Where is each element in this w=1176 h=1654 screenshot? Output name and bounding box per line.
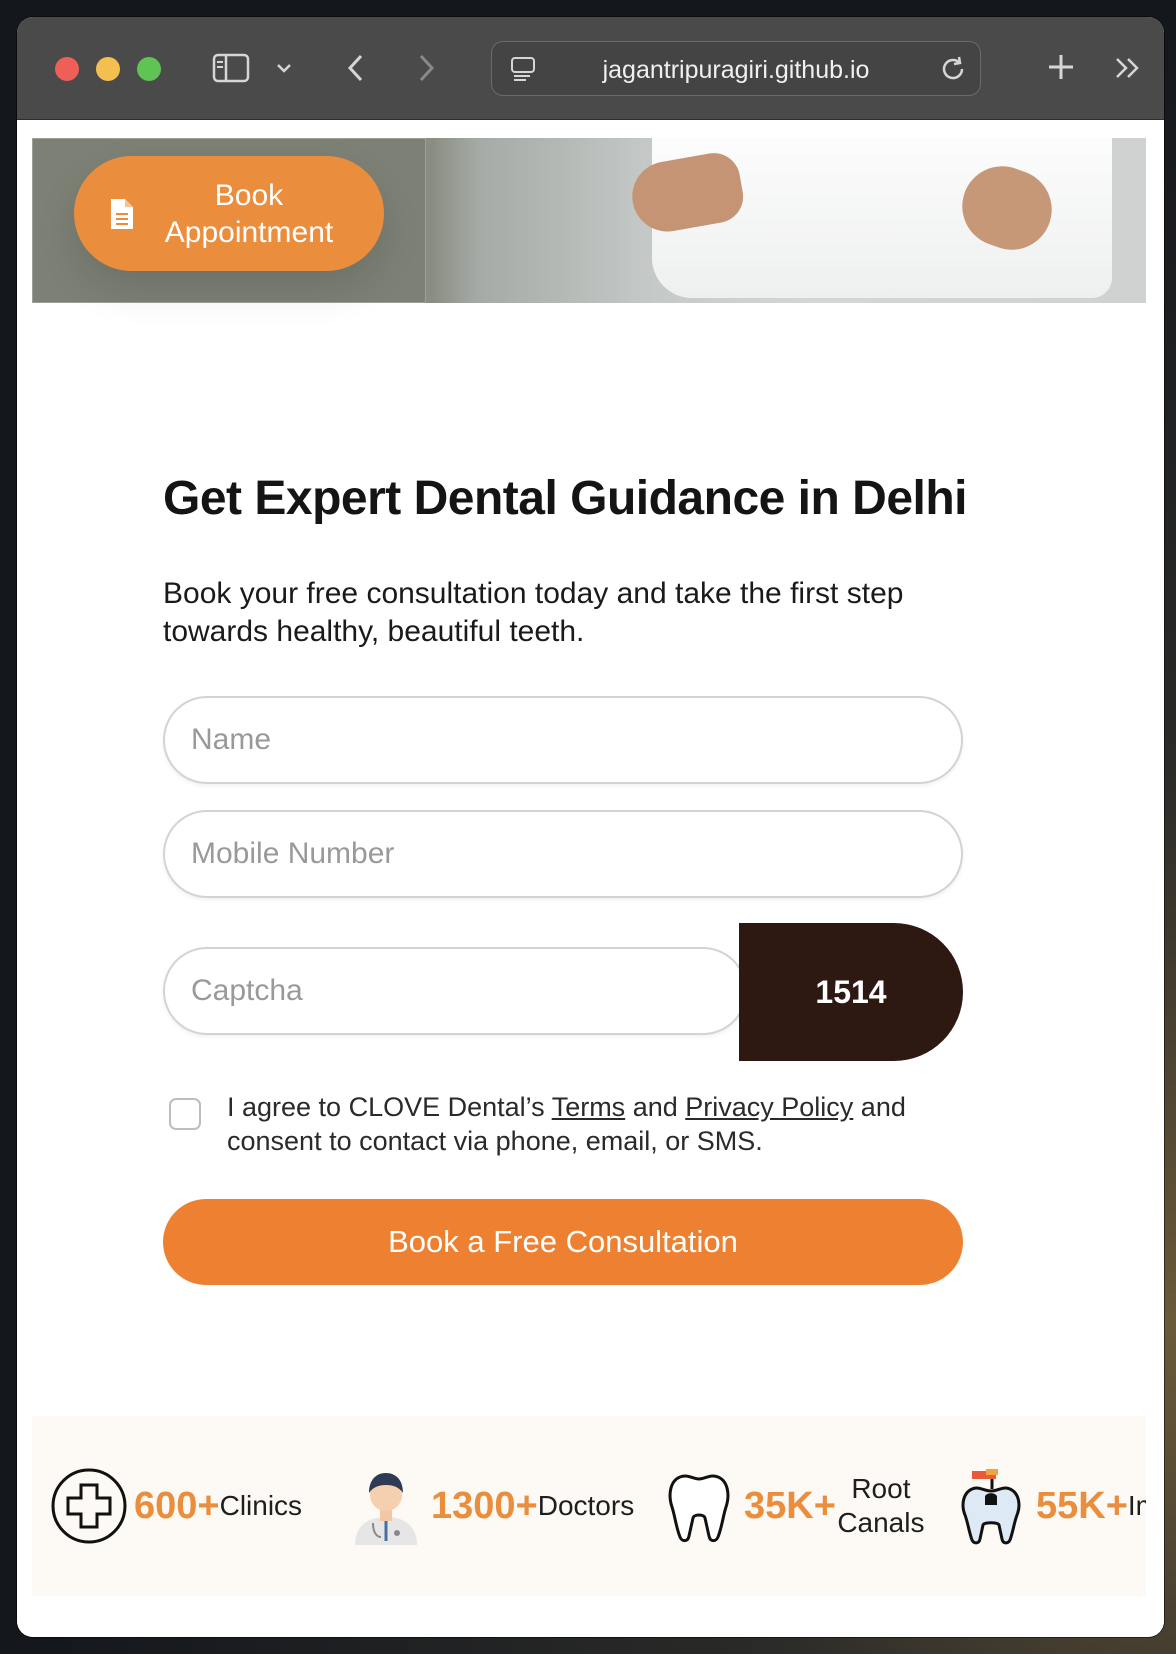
privacy-policy-link[interactable]: Privacy Policy: [685, 1092, 853, 1122]
captcha-input[interactable]: Captcha: [163, 947, 747, 1035]
mobile-number-input[interactable]: Mobile Number: [163, 810, 963, 898]
zoom-window-button[interactable]: [137, 57, 161, 81]
stat-value: 600+: [134, 1484, 220, 1527]
doctor-icon: [347, 1467, 425, 1545]
show-more-tabs-icon[interactable]: [1111, 51, 1145, 85]
consent-checkbox[interactable]: [169, 1098, 201, 1130]
stat-value: 35K+: [744, 1484, 836, 1527]
stat-value: 55K+: [1036, 1484, 1128, 1527]
forward-icon[interactable]: [411, 53, 441, 83]
implant-icon: [952, 1467, 1030, 1545]
stat-clinics: 600+ Clinics: [50, 1416, 302, 1596]
name-input[interactable]: Name: [163, 696, 963, 784]
mobile-placeholder: Mobile Number: [191, 837, 395, 870]
browser-toolbar: jagantripuragiri.github.io: [17, 17, 1164, 120]
back-icon[interactable]: [341, 53, 371, 83]
page-content: Book Appointment Get Expert Dental Guida…: [17, 121, 1164, 1637]
stat-label: Impla: [1127, 1490, 1146, 1521]
name-placeholder: Name: [191, 723, 272, 756]
document-icon: [109, 197, 135, 231]
stat-implants: 55K+ Impla: [952, 1416, 1146, 1596]
captcha-code: 1514: [739, 923, 963, 1061]
form-heading: Get Expert Dental Guidance in Delhi: [163, 472, 968, 525]
stat-label: Root Canals: [837, 1473, 925, 1538]
medical-cross-icon: [50, 1467, 128, 1545]
book-appointment-button[interactable]: Book Appointment: [74, 156, 384, 271]
terms-link[interactable]: Terms: [552, 1092, 626, 1122]
address-bar[interactable]: jagantripuragiri.github.io: [491, 41, 981, 96]
chevron-down-icon[interactable]: [273, 57, 295, 79]
sidebar-toggle-icon[interactable]: [211, 51, 251, 85]
book-appointment-label: Book Appointment: [164, 178, 334, 249]
stat-value: 1300+: [431, 1484, 538, 1527]
book-free-consultation-button[interactable]: Book a Free Consultation: [163, 1199, 963, 1285]
consent-and: and: [625, 1092, 686, 1122]
new-tab-icon[interactable]: [1043, 49, 1079, 85]
captcha-placeholder: Captcha: [191, 974, 303, 1007]
consent-text: I agree to CLOVE Dental’s Terms and Priv…: [227, 1090, 947, 1158]
stat-label: Clinics: [219, 1490, 303, 1521]
tooth-icon: [660, 1467, 738, 1545]
minimize-window-button[interactable]: [96, 57, 120, 81]
close-window-button[interactable]: [55, 57, 79, 81]
url-text: jagantripuragiri.github.io: [602, 56, 870, 84]
browser-window: jagantripuragiri.github.io Book Appointm…: [17, 17, 1164, 1637]
stat-root-canals: 35K+ Root Canals: [660, 1416, 926, 1596]
stat-doctors: 1300+ Doctors: [347, 1416, 634, 1596]
stats-strip: 600+ Clinics 1300+ Doctors 35K+ Root Can…: [32, 1416, 1146, 1596]
reload-icon[interactable]: [938, 54, 968, 84]
stat-label: Doctors: [537, 1490, 635, 1521]
form-subtext: Book your free consultation today and ta…: [163, 577, 904, 648]
consent-prefix: I agree to CLOVE Dental’s: [227, 1092, 552, 1122]
